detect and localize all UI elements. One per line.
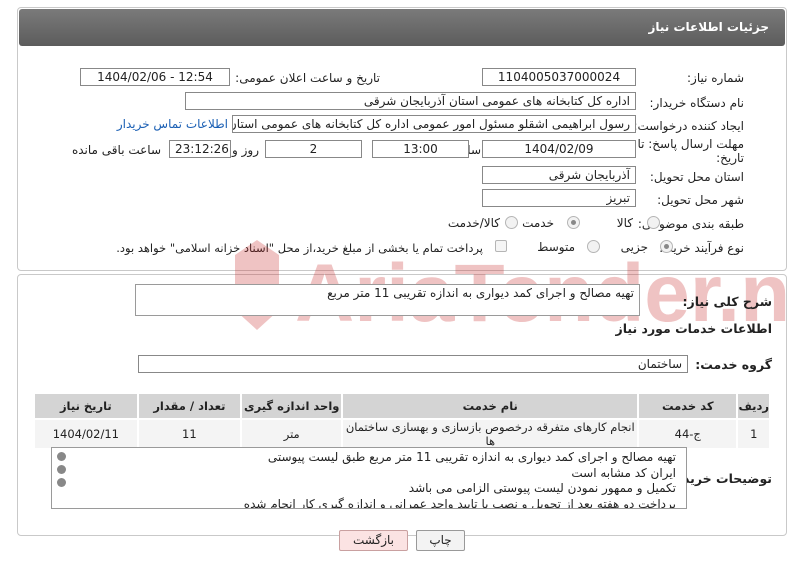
treasury-payment-note: پرداخت تمام یا بخشی از مبلغ خرید،از محل …: [116, 241, 483, 255]
process-medium-label: متوسط: [537, 240, 575, 254]
announce-datetime-field[interactable]: 1404/02/06 - 12:54: [80, 68, 230, 86]
col-unit: واحد اندازه گیری: [240, 392, 344, 420]
province-field[interactable]: آذربایجان شرقی: [482, 166, 636, 184]
buyer-notes-line: تکمیل و ممهور نمودن لیست پیوستی الزامی م…: [408, 481, 676, 495]
city-field[interactable]: تبریز: [482, 189, 636, 207]
scroll-dot-icon: [57, 465, 66, 474]
cell-service-name: انجام کارهای متفرقه درخصوص بازسازی و بهس…: [341, 418, 640, 450]
print-button[interactable]: چاپ: [416, 530, 465, 551]
deadline-label: مهلت ارسال پاسخ: تا: [637, 137, 744, 151]
summary-field[interactable]: تهیه مصالح و اجرای کمد دیواری به اندازه …: [135, 284, 640, 316]
table-header-row: ردیف کد خدمت نام خدمت واحد اندازه گیری ت…: [33, 392, 771, 420]
services-table: ردیف کد خدمت نام خدمت واحد اندازه گیری ت…: [33, 392, 771, 450]
buyer-org-field[interactable]: اداره کل کتابخانه های عمومی استان آذربای…: [185, 92, 636, 110]
cell-need-date: 1404/02/11: [33, 418, 139, 450]
deadline-date-field[interactable]: 1404/02/09: [482, 140, 636, 158]
buyer-notes-line: ایران کد مشابه است: [571, 465, 676, 480]
col-quantity: تعداد / مقدار: [136, 392, 243, 420]
col-service-code: کد خدمت: [637, 392, 739, 420]
time-remaining-field[interactable]: 23:12:26: [169, 140, 231, 158]
panel-header: جزئیات اطلاعات نیاز: [19, 9, 785, 46]
category-goods-service-radio[interactable]: [505, 216, 518, 229]
days-label: روز و: [232, 143, 259, 157]
treasury-payment-checkbox[interactable]: [495, 240, 507, 252]
buyer-org-label: نام دستگاه خریدار:: [649, 96, 745, 110]
table-row[interactable]: 1 ج-44 انجام کارهای متفرقه درخصوص بازساز…: [33, 418, 771, 450]
deadline-time-field[interactable]: 13:00: [372, 140, 469, 158]
service-group-field[interactable]: ساختمان: [138, 355, 688, 373]
buyer-notes-line: پرداخت دو هفته بعد از تحویل و نصب با تای…: [243, 496, 676, 509]
province-label: استان محل تحویل:: [649, 170, 744, 184]
cell-row: 1: [736, 418, 771, 450]
scroll-dot-icon: [57, 478, 66, 487]
cell-quantity: 11: [136, 418, 243, 450]
city-label: شهر محل تحویل:: [657, 193, 744, 207]
back-button[interactable]: بازگشت: [339, 530, 408, 551]
buyer-notes-line: تهیه مصالح و اجرای کمد دیواری به اندازه …: [267, 450, 676, 464]
time-remaining-label: ساعت باقی مانده: [71, 143, 161, 157]
category-service-label: خدمت: [522, 216, 554, 230]
creator-field[interactable]: رسول ابراهیمی اشقلو مسئول امور عمومی ادا…: [232, 115, 636, 133]
announce-datetime-label: تاریخ و ساعت اعلان عمومی:: [235, 71, 380, 85]
summary-label: شرح کلی نیاز:: [682, 294, 772, 309]
buyer-notes-field[interactable]: تهیه مصالح و اجرای کمد دیواری به اندازه …: [51, 447, 687, 509]
category-service-radio[interactable]: [567, 216, 580, 229]
services-section-title: اطلاعات خدمات مورد نیاز: [615, 321, 773, 336]
notes-scrollbar[interactable]: [57, 452, 66, 500]
cell-service-code: ج-44: [637, 418, 739, 450]
col-need-date: تاریخ نیاز: [33, 392, 139, 420]
need-number-label: شماره نیاز:: [687, 71, 744, 85]
category-goods-radio[interactable]: [647, 216, 660, 229]
process-minor-label: جزیی: [620, 240, 648, 254]
need-number-field[interactable]: 1104005037000024: [482, 68, 636, 86]
service-group-label: گروه خدمت:: [695, 357, 772, 372]
category-goods-service-label: کالا/خدمت: [447, 216, 500, 230]
scroll-dot-icon: [57, 452, 66, 461]
creator-label: ایجاد کننده درخواست:: [633, 119, 744, 133]
panel-title: جزئیات اطلاعات نیاز: [648, 20, 769, 34]
process-medium-radio[interactable]: [587, 240, 600, 253]
days-remaining-field[interactable]: 2: [265, 140, 362, 158]
buyer-contact-link[interactable]: اطلاعات تماس خریدار: [117, 117, 228, 131]
col-service-name: نام خدمت: [341, 392, 640, 420]
cell-unit: متر: [240, 418, 344, 450]
col-row: ردیف: [736, 392, 771, 420]
deadline-label-date: تاریخ:: [716, 151, 744, 165]
category-goods-label: کالا: [616, 216, 633, 230]
process-minor-radio[interactable]: [660, 240, 673, 253]
